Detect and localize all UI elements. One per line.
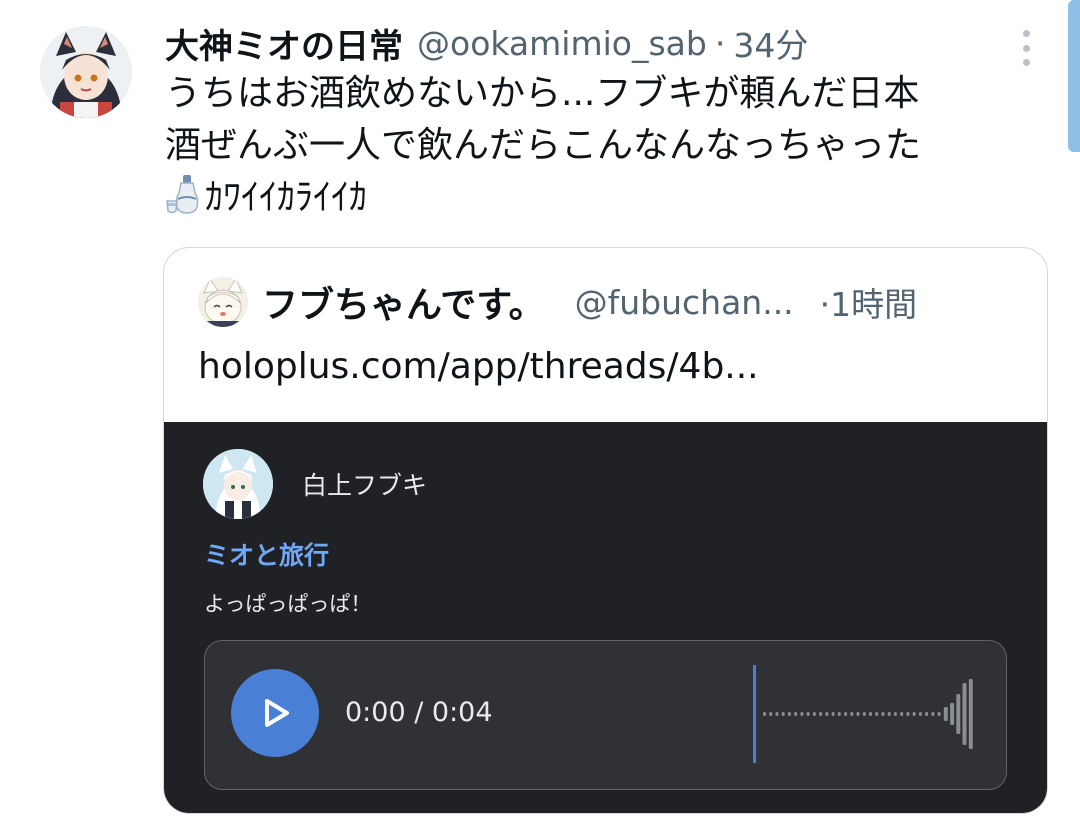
audio-time-display: 0:00 / 0:04 [345,697,493,728]
waveform-bar [893,712,897,716]
waveform-bar [943,707,948,721]
waveform-bar [844,712,848,716]
embed-author-name: 白上フブキ [302,471,428,500]
quoted-tweet-timestamp[interactable]: ·1時間 [820,278,918,326]
waveform-bar [831,712,835,716]
waveform-bar [794,712,798,716]
more-dot [1022,44,1030,52]
waveform-bar [781,712,785,716]
embed-thread-body: よっぱっぱっぱ！ [204,592,372,616]
playhead[interactable] [753,665,756,763]
waveform-bar [875,712,879,716]
waveform-bar [837,712,841,716]
tweet-text: うちはお酒飲めないから...フブキが頼んだ日本 酒ぜんぶ一人で飲んだらこんなんな… [165,68,1045,230]
quoted-author-handle[interactable]: @fubuchan... [575,283,794,322]
scrollbar[interactable] [1068,0,1080,152]
waveform-bar [912,712,916,716]
embed-author-avatar [203,449,273,519]
waveform-bar [956,694,961,734]
quoted-tweet-card[interactable]: フブちゃんです。 @fubuchan... ·1時間 holoplus.com/… [163,247,1048,814]
waveform-bar [881,712,885,716]
quoted-tweet-link[interactable]: holoplus.com/app/threads/4b... [198,346,759,387]
tweet-timestamp[interactable]: 34分 [733,19,808,67]
tweet-text-line: うちはお酒飲めないから...フブキが頼んだ日本 [165,73,920,114]
author-display-name[interactable]: 大神ミオの日常 [165,19,403,68]
quoted-author-display-name[interactable]: フブちゃんです。 [262,276,545,328]
quoted-tweet-header: フブちゃんです。 @fubuchan... ·1時間 [198,276,917,328]
waveform-bar [800,712,804,716]
waveform-bar [950,703,955,725]
waveform-bar [763,712,766,716]
waveform-bar [937,712,941,716]
waveform-bar [869,712,872,716]
waveform-bar [769,712,773,716]
waveform-bar [900,712,904,716]
waveform-bar [812,712,816,716]
audio-waveform[interactable] [751,665,983,763]
play-icon [265,699,289,727]
waveform-bar [856,712,860,716]
waveform-bar [962,683,967,745]
separator-dot: · [714,23,726,63]
quoted-author-avatar[interactable] [198,277,248,327]
waveform-bar [862,712,866,716]
waveform-bar [775,712,779,716]
waveform-bar [906,712,910,716]
more-dot [1022,30,1030,37]
link-preview-embed[interactable]: 白上フブキ ミオと旅行 よっぱっぱっぱ！ 0:00 / 0:04 [164,422,1047,813]
embed-thread-title[interactable]: ミオと旅行 [204,536,329,572]
waveform-bar [918,712,922,716]
waveform-bar [819,712,823,716]
audio-player: 0:00 / 0:04 [204,640,1007,790]
play-button[interactable] [231,669,319,757]
waveform-bar [806,712,810,716]
more-options-icon[interactable] [1016,28,1036,68]
waveform-bar [850,712,854,716]
tweet-text-line: 酒ぜんぶ一人で飲んだらこんなんなっちゃった [165,125,922,166]
more-dot [1022,59,1030,66]
author-avatar[interactable] [40,26,132,118]
waveform-bar [825,712,829,716]
waveform-bar [887,712,891,716]
tweet-header: 大神ミオの日常 @ookamimio_sab · 34分 [165,18,808,68]
waveform-bar [787,712,791,716]
waveform-bar [925,712,929,716]
tweet-text-line: ｶﾜｲｲｶﾗｲｲｶ [165,172,1045,230]
tweet-text-kaomoji: ｶﾜｲｲｶﾗｲｲｶ [205,177,367,218]
sake-icon [165,173,201,230]
author-handle[interactable]: @ookamimio_sab [417,24,707,63]
waveform-bar [968,679,973,749]
waveform-bar [931,712,935,716]
